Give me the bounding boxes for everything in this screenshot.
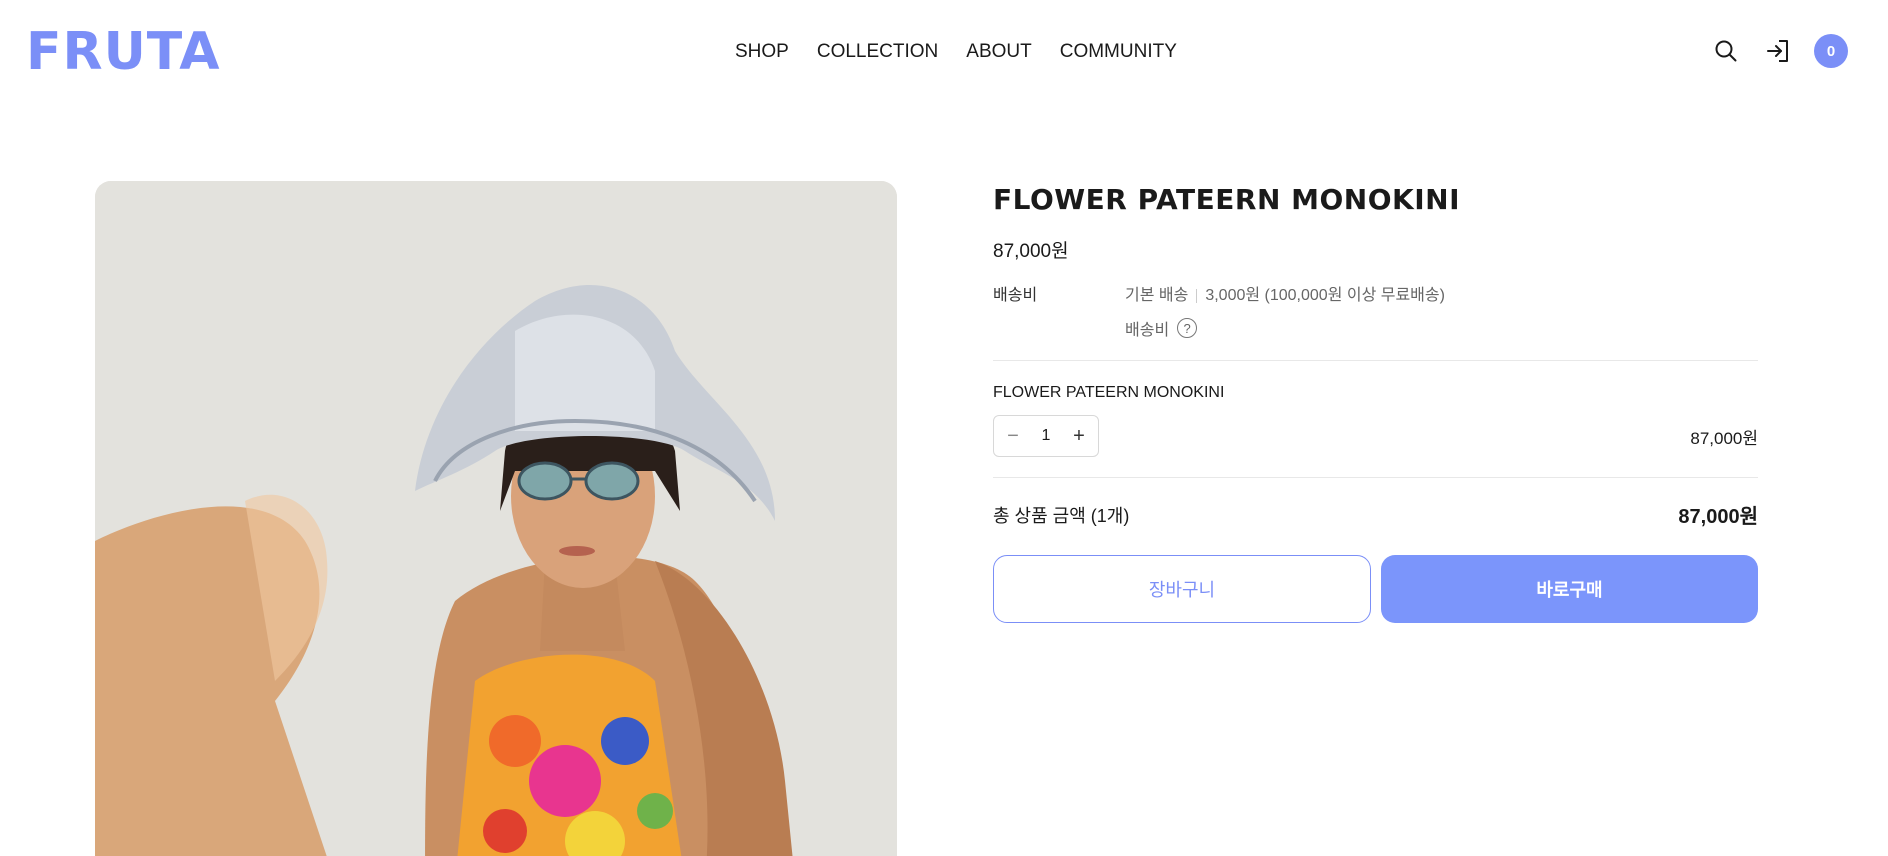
- increase-button[interactable]: +: [1070, 425, 1088, 448]
- shipping-type: 기본 배송: [1125, 287, 1189, 304]
- brand-logo[interactable]: FRUTA: [26, 22, 220, 82]
- main-nav: SHOP COLLECTION ABOUT COMMUNITY: [735, 40, 1177, 64]
- total-price: 87,000원: [1678, 506, 1758, 528]
- option-name: FLOWER PATEERN MONOKINI: [993, 384, 1225, 401]
- option-price: 87,000원: [1690, 428, 1758, 448]
- nav-shop[interactable]: SHOP: [735, 40, 789, 64]
- nav-community[interactable]: COMMUNITY: [1060, 40, 1177, 64]
- shipping-separator: [1196, 288, 1198, 303]
- quantity-value[interactable]: 1: [1042, 427, 1051, 445]
- divider: [993, 477, 1758, 478]
- action-buttons: 장바구니 바로구매: [993, 555, 1758, 623]
- product-price: 87,000원: [993, 241, 1069, 262]
- login-icon[interactable]: [1762, 35, 1794, 67]
- product-info: FLOWER PATEERN MONOKINI 87,000원 배송비 기본 배…: [993, 180, 1758, 623]
- product-title: FLOWER PATEERN MONOKINI: [993, 183, 1461, 216]
- shipping-label: 배송비: [993, 287, 1038, 304]
- shipping-sub-label: 배송비: [1125, 322, 1170, 339]
- quantity-row: − 1 + 87,000원: [993, 415, 1758, 457]
- shipping-fee: 3,000원 (100,000원 이상 무료배송): [1205, 287, 1445, 304]
- header-icons: 0: [1710, 34, 1848, 68]
- nav-about[interactable]: ABOUT: [966, 40, 1031, 64]
- shipping-row: 배송비 기본 배송 3,000원 (100,000원 이상 무료배송) 배송비 ?: [993, 286, 1758, 340]
- total-row: 총 상품 금액 (1개) 87,000원: [993, 500, 1758, 529]
- site-header: FRUTA SHOP COLLECTION ABOUT COMMUNITY 0: [0, 0, 1888, 104]
- cart-count-badge[interactable]: 0: [1814, 34, 1848, 68]
- nav-collection[interactable]: COLLECTION: [817, 40, 938, 64]
- quantity-stepper: − 1 +: [993, 415, 1099, 457]
- add-to-cart-button[interactable]: 장바구니: [993, 555, 1371, 623]
- decrease-button[interactable]: −: [1004, 425, 1022, 448]
- search-icon[interactable]: [1710, 35, 1742, 67]
- total-label: 총 상품 금액 (1개): [993, 505, 1130, 526]
- shipping-detail: 기본 배송 3,000원 (100,000원 이상 무료배송): [1125, 286, 1445, 306]
- buy-now-button[interactable]: 바로구매: [1381, 555, 1758, 623]
- shipping-info: 기본 배송 3,000원 (100,000원 이상 무료배송) 배송비 ?: [1125, 286, 1445, 340]
- divider: [993, 360, 1758, 361]
- help-icon[interactable]: ?: [1177, 318, 1198, 338]
- product-image: [95, 181, 897, 856]
- shipping-sub: 배송비 ?: [1125, 316, 1445, 340]
